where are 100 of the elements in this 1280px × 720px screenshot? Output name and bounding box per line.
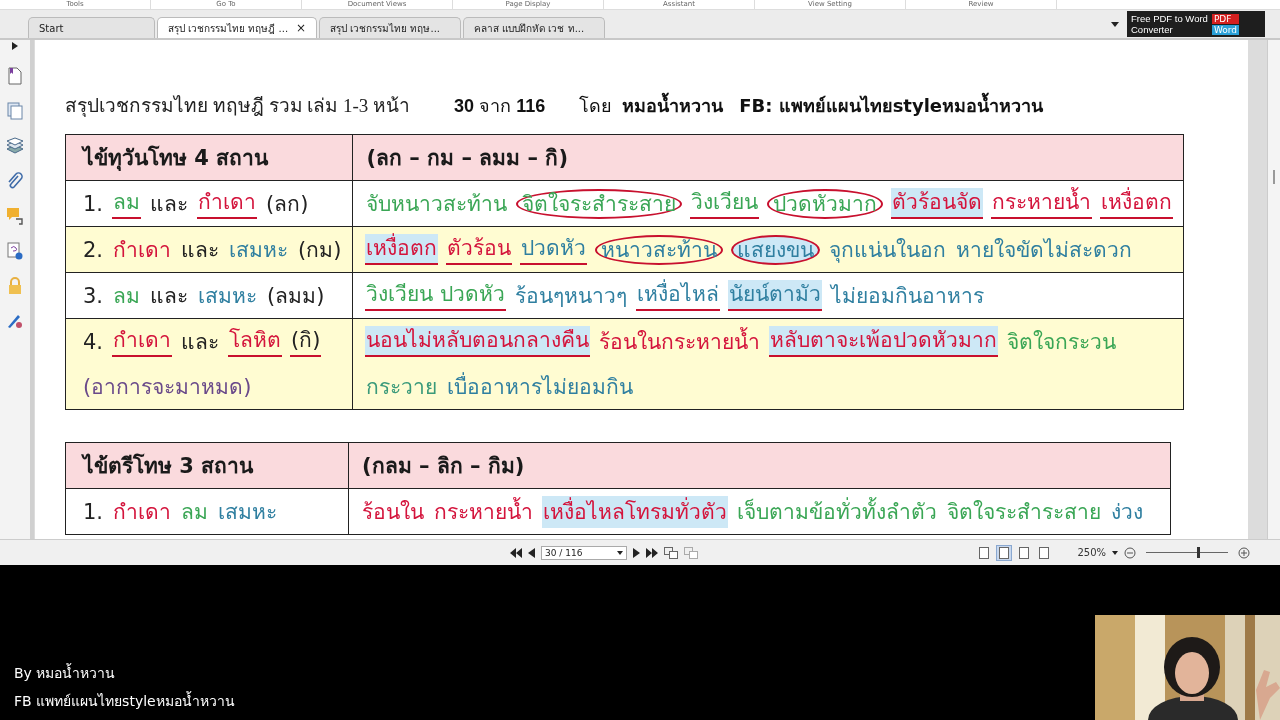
cell-text: เหงื่อตก — [365, 234, 439, 265]
cell-text: เหงื่อไหล่ — [636, 280, 721, 311]
cell-text: ลม — [180, 498, 210, 526]
zoom-in-icon[interactable] — [1238, 546, 1250, 559]
zoom-level[interactable]: 250% — [1077, 547, 1106, 558]
cell-text: จิตใจระสำระสาย — [946, 498, 1102, 526]
cell-text: เจ็บตามข้อทั่วทั้งลำตัว — [736, 496, 938, 526]
cell-text: กำเดา — [112, 236, 173, 264]
cell-text: หายใจขัดไม่สะดวก — [955, 236, 1134, 264]
pdf-badge: PDF — [1211, 13, 1240, 24]
cell-text: ตัวร้อนจัด — [891, 188, 984, 219]
cell-text: (อาการจะมาหมด) — [82, 373, 253, 401]
scrollbar[interactable] — [1267, 40, 1280, 539]
certificate-icon[interactable] — [6, 242, 24, 260]
page-field[interactable]: 30 / 116 — [541, 545, 627, 560]
document-tab[interactable]: สรุป เวชกรรมไทย ทฤษฎี ... × — [157, 17, 318, 38]
cell-text: (ลก – กม – ลมม – กิ) — [365, 144, 569, 172]
cell-text: 4. — [82, 328, 105, 356]
cell-text: กำเดา — [197, 188, 258, 219]
previous-page-icon[interactable] — [528, 547, 535, 558]
layers-icon[interactable] — [6, 137, 24, 155]
cell-text: วิงเวียน ปวดหัว — [365, 280, 507, 311]
cell-text: และ — [180, 328, 221, 356]
view-mode-button[interactable] — [977, 545, 992, 560]
cell-text: เบื่ออาหารไม่ยอมกิน — [446, 371, 635, 401]
cell-text: เสมหะ — [228, 236, 290, 264]
cell-text: จิตใจกระวน — [1006, 328, 1118, 356]
cell-text: ร้อนๆหนาวๆ — [514, 282, 629, 310]
cell-text: กระวาย — [365, 373, 439, 401]
document-tab[interactable]: คลาส แบบฝึกหัด เวช ท... — [463, 17, 606, 38]
caret-icon[interactable] — [1111, 21, 1119, 27]
cell-text: ตัวร้อน — [446, 234, 513, 265]
cell-text: โลหิต — [228, 326, 283, 357]
view-mode-button[interactable] — [997, 545, 1012, 560]
close-icon[interactable]: × — [296, 21, 307, 35]
cell-text: (ลมม) — [266, 282, 326, 310]
paperclip-icon[interactable] — [6, 172, 24, 190]
cell-text: นัยน์ตามัว — [728, 280, 823, 311]
cell-text: นอนไม่หลับตอนกลางคืน — [365, 326, 591, 357]
cell-text: ร้อนในกระหายน้ำ — [598, 326, 762, 356]
cell-text: วิงเวียน — [690, 188, 760, 219]
document-title: สรุปเวชกรรมไทย ทฤษฎี รวม เล่ม 1-3 หน้า — [65, 94, 411, 119]
cell-text: 3. — [82, 282, 105, 310]
cell-text: ไม่ยอมกินอาหาร — [830, 282, 986, 310]
document-tab[interactable]: สรุป เวชกรรมไทย ทฤษ... — [319, 17, 462, 38]
ad-banner[interactable]: Free PDF to Word Converter PDF Word — [1127, 11, 1265, 37]
word-badge: Word — [1211, 24, 1240, 35]
cell-text: จิตใจระสำระสาย — [516, 188, 683, 219]
next-page-icon[interactable] — [633, 547, 640, 558]
cell-text: กระหายน้ำ — [433, 496, 534, 526]
caption-text: FB แพทย์แผนไทยstyleหมอน้ำหวาน — [14, 690, 235, 711]
page-icon[interactable] — [6, 67, 24, 85]
cell-text: เสมหะ — [197, 282, 259, 310]
cell-text: หลับตาจะเพ้อปวดหัวมาก — [769, 326, 999, 357]
cell-text: หนาวสะท้าน — [595, 234, 724, 265]
cell-text: เหงื่อไหลโทรมทั่วตัว — [542, 495, 728, 528]
caption-text: By หมอน้ำหวาน — [14, 662, 117, 683]
pen-icon[interactable] — [6, 312, 24, 330]
author-name: หมอน้ำหวาน — [622, 91, 724, 120]
cell-text: และ — [180, 236, 221, 264]
cell-text: กำเดา — [112, 498, 173, 526]
cell-text: (กลม – ลิก – กิม) — [361, 452, 526, 480]
by-label: โดย — [579, 94, 613, 118]
cell-text: 2. — [82, 236, 105, 264]
cell-text: เหงื่อตก — [1100, 188, 1174, 219]
cell-text: ปวดหัว — [520, 234, 588, 265]
cell-text: และ — [149, 190, 190, 218]
cell-text: เสมหะ — [217, 498, 279, 526]
cell-text: (ลก) — [265, 190, 310, 218]
pages-icon[interactable] — [6, 102, 24, 120]
caret-icon[interactable] — [617, 550, 623, 555]
cell-text: (กม) — [297, 236, 343, 264]
cell-text: และ — [149, 282, 190, 310]
cell-text: 1. — [82, 190, 105, 218]
cell-text: ร้อนใน — [361, 498, 425, 526]
facebook-page: FB: แพทย์แผนไทยstyleหมอน้ำหวาน — [739, 91, 1044, 120]
caret-icon[interactable] — [1112, 550, 1118, 555]
cell-text: กระหายน้ำ — [991, 188, 1093, 219]
zoom-out-icon[interactable] — [1124, 546, 1136, 559]
expand-icon[interactable] — [12, 42, 18, 50]
slider-thumb[interactable] — [1196, 547, 1200, 558]
first-page-icon[interactable] — [510, 547, 522, 558]
cell-text: แสยงขน — [731, 234, 821, 265]
cell-text: จุกแน่นในอก — [828, 236, 948, 265]
ad-text: Free PDF to Word — [1131, 13, 1208, 24]
view-mode-button[interactable] — [1037, 545, 1052, 560]
cell-text: ลม — [112, 188, 142, 219]
comment-icon[interactable] — [6, 207, 24, 225]
view-mode-button[interactable] — [1017, 545, 1032, 560]
cell-text: กำเดา — [112, 326, 173, 357]
page-info: 30 จาก 116 — [454, 95, 546, 118]
cell-text: ปวดหัวมาก — [767, 188, 884, 219]
ad-text: Converter — [1131, 24, 1174, 35]
cell-text: ง่วง — [1110, 498, 1144, 526]
cell-text: ไข้ทุวันโทษ 4 สถาน — [82, 144, 270, 173]
cell-text: ไข้ตรีโทษ 3 สถาน — [82, 452, 255, 480]
cell-text: จับหนาวสะท้าน — [365, 190, 509, 218]
document-tab[interactable]: Start — [28, 17, 155, 38]
windows-icon[interactable] — [664, 546, 678, 559]
last-page-icon[interactable] — [646, 547, 658, 558]
